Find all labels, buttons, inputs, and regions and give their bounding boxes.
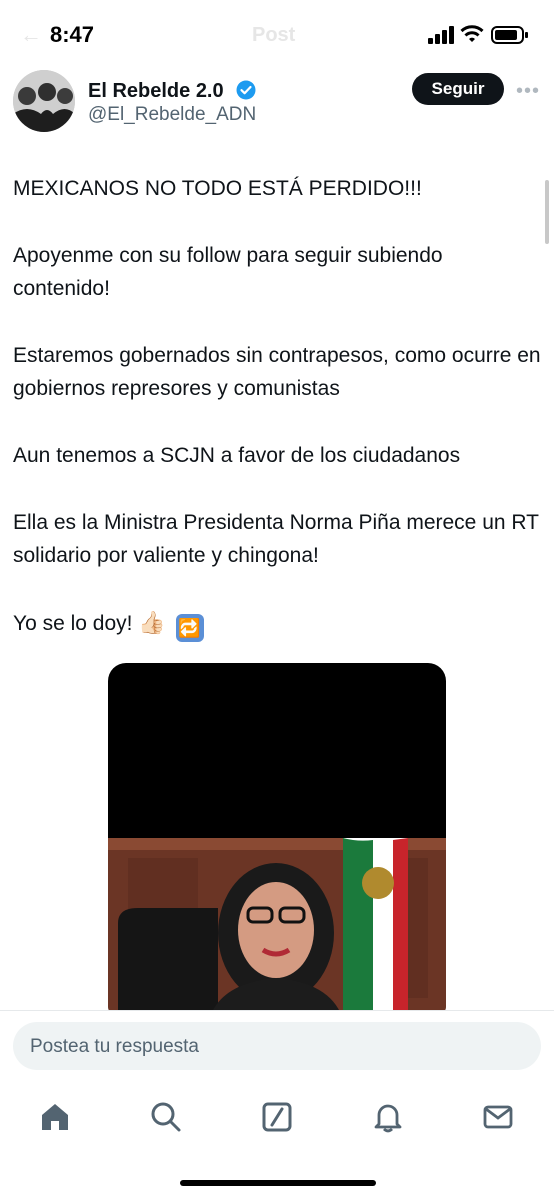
status-bar: ← 8:47 Post	[0, 0, 554, 70]
page-title: Post	[252, 24, 296, 46]
grok-icon[interactable]	[260, 1100, 294, 1134]
home-indicator[interactable]	[180, 1180, 376, 1186]
tweet-paragraph: MEXICANOS NO TODO ESTÁ PERDIDO!!!	[13, 177, 422, 200]
author-name[interactable]: El Rebelde 2.0	[88, 80, 224, 103]
scrollbar[interactable]	[545, 180, 549, 244]
tweet-paragraph-text: Yo se lo doy!	[13, 612, 133, 635]
notifications-icon[interactable]	[371, 1100, 405, 1134]
thumbs-up-emoji: 👍🏻	[138, 610, 166, 635]
tweet-paragraph: Aun tenemos a SCJN a favor de los ciudad…	[13, 444, 461, 467]
search-icon[interactable]	[149, 1100, 183, 1134]
back-arrow-icon[interactable]: ←	[20, 22, 42, 48]
verified-badge-icon	[236, 80, 256, 100]
repeat-emoji: 🔁	[175, 614, 204, 642]
tweet-paragraph: Ella es la Ministra Presidenta Norma Piñ…	[13, 511, 539, 567]
home-icon[interactable]	[38, 1100, 72, 1134]
avatar-image	[13, 70, 75, 132]
signal-icon	[428, 26, 454, 44]
media-photo	[108, 838, 446, 1023]
tweet-paragraph-last: Yo se lo doy! 👍🏻 🔁	[13, 606, 543, 642]
battery-icon	[491, 26, 528, 44]
status-time: 8:47	[50, 22, 95, 47]
messages-icon[interactable]	[481, 1100, 515, 1134]
tweet-body: MEXICANOS NO TODO ESTÁ PERDIDO!!! Apoyen…	[13, 172, 543, 676]
tweet-media[interactable]	[108, 663, 446, 1023]
wifi-icon	[460, 25, 484, 42]
reply-placeholder[interactable]: Postea tu respuesta	[30, 1036, 199, 1058]
author-handle[interactable]: @El_Rebelde_ADN	[88, 104, 256, 126]
more-options-icon[interactable]: •••	[516, 80, 540, 103]
tweet-paragraph: Estaremos gobernados sin contrapesos, co…	[13, 344, 541, 400]
avatar[interactable]	[13, 70, 75, 132]
follow-button[interactable]: Seguir	[412, 73, 504, 105]
tweet-paragraph: Apoyenme con su follow para seguir subie…	[13, 244, 443, 300]
